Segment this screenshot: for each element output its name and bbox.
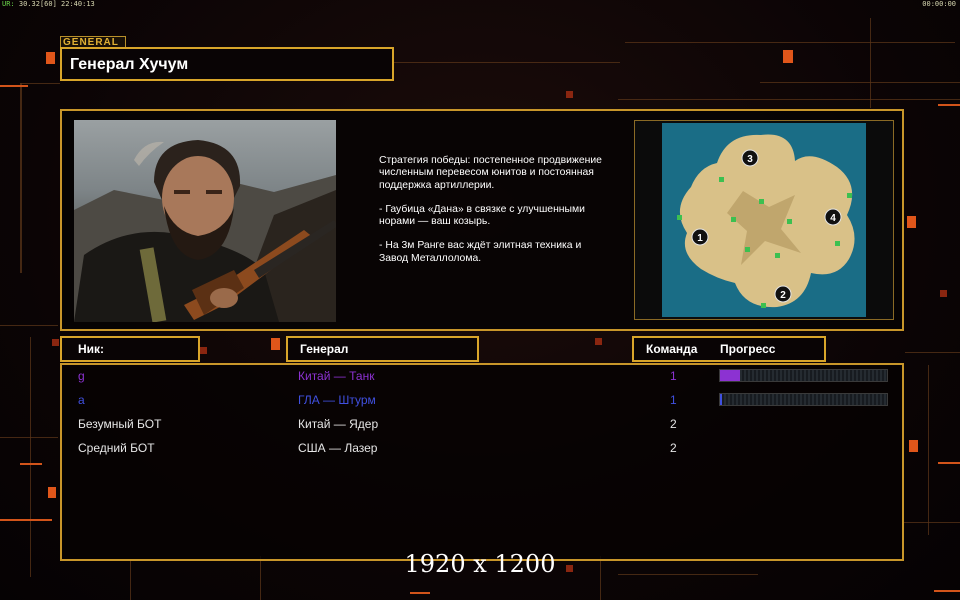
bg-line — [905, 352, 960, 353]
map-start-label: 4 — [830, 213, 836, 224]
player-nick: Средний БОТ — [78, 441, 155, 455]
strategy-description: Стратегия победы: постепенное продвижени… — [379, 155, 607, 277]
player-nick: g — [78, 369, 85, 383]
player-nick: a — [78, 393, 85, 407]
portrait-image — [74, 140, 336, 322]
player-general: Китай — Танк — [298, 369, 375, 383]
map-start-2: 2 — [774, 285, 792, 303]
strategy-paragraph: - На 3м Ранге вас ждёт элитная техника и… — [379, 240, 582, 264]
player-team: 1 — [670, 369, 677, 383]
header-nick: Ник: — [60, 336, 200, 362]
general-portrait — [74, 120, 336, 322]
player-progress-bar — [719, 393, 888, 406]
game-timer: 00:00:00 — [922, 0, 956, 8]
bg-line — [390, 62, 620, 63]
bg-line — [618, 99, 960, 100]
bg-light — [566, 91, 573, 98]
player-general: ГЛА — Штурм — [298, 393, 376, 407]
briefing-panel: Стратегия победы: постепенное продвижени… — [60, 109, 904, 331]
player-progress-bar — [719, 369, 888, 382]
header-team: Команда Прогресс — [632, 336, 826, 362]
player-row: Безумный БОТ Китай — Ядер 2 — [62, 413, 902, 435]
player-row: g Китай — Танк 1 — [62, 365, 902, 387]
bg-line — [928, 365, 929, 535]
header-progress-label: Прогресс — [720, 342, 776, 356]
fps-label: UR: — [2, 0, 15, 8]
fps-value: 30.32 — [18, 0, 40, 8]
player-team: 2 — [670, 417, 677, 431]
bg-light — [595, 338, 602, 345]
map-image: 1 2 3 4 — [662, 123, 866, 317]
bg-dash — [0, 85, 28, 87]
map-start-4: 4 — [824, 208, 842, 226]
bg-dash — [938, 104, 960, 106]
bg-light — [940, 290, 947, 297]
map-start-1: 1 — [691, 228, 709, 246]
bg-light — [909, 440, 918, 452]
header-general: Генерал — [286, 336, 479, 362]
bg-dash — [20, 463, 42, 465]
bg-line — [903, 522, 960, 523]
progress-fill — [720, 370, 741, 381]
title-box: Генерал Хучум — [60, 47, 394, 81]
map-start-label: 2 — [780, 290, 786, 301]
bg-light — [907, 216, 916, 228]
player-team: 1 — [670, 393, 677, 407]
player-row: Средний БОТ США — Лазер 2 — [62, 437, 902, 459]
header-nick-label: Ник: — [78, 342, 105, 356]
bg-light — [783, 50, 793, 63]
bg-line — [20, 83, 60, 84]
bg-light — [46, 52, 55, 64]
bg-dash — [0, 519, 52, 521]
page-title: Генерал Хучум — [70, 56, 189, 73]
bg-light — [200, 347, 207, 354]
bg-dash — [938, 462, 960, 464]
fps-counter: UR: 30.32[60] 22:40:13 — [2, 0, 95, 8]
progress-fill — [720, 394, 722, 405]
fps-extra: [60] — [39, 0, 57, 8]
bg-dash — [934, 590, 960, 592]
header-general-label: Генерал — [300, 342, 349, 356]
map-start-label: 1 — [697, 233, 703, 244]
bg-line — [870, 18, 871, 108]
player-nick: Безумный БОТ — [78, 417, 162, 431]
bg-line — [20, 83, 22, 273]
players-list: g Китай — Танк 1 a ГЛА — Штурм 1 Безумны… — [60, 363, 904, 561]
bg-line — [760, 82, 960, 83]
map-preview: 1 2 3 4 — [634, 120, 894, 320]
strategy-paragraph: Стратегия победы: постепенное продвижени… — [379, 155, 602, 191]
bg-light — [271, 338, 280, 350]
player-team: 2 — [670, 441, 677, 455]
player-general: США — Лазер — [298, 441, 378, 455]
bg-light — [48, 487, 56, 498]
clock: 22:40:13 — [61, 0, 95, 8]
bg-line — [30, 337, 31, 577]
bg-line — [0, 437, 58, 438]
bg-light — [52, 339, 59, 346]
player-general: Китай — Ядер — [298, 417, 379, 431]
bg-dash — [410, 592, 430, 594]
resolution-watermark: 1920 x 1200 — [404, 550, 556, 578]
strategy-paragraph: - Гаубица «Дана» в связке с улучшенными … — [379, 203, 585, 228]
map-start-label: 3 — [747, 154, 753, 165]
player-row: a ГЛА — Штурм 1 — [62, 389, 902, 411]
map-start-3: 3 — [741, 149, 759, 167]
bg-line — [625, 42, 955, 43]
header-team-label: Команда — [646, 342, 698, 356]
bg-line — [0, 325, 58, 326]
